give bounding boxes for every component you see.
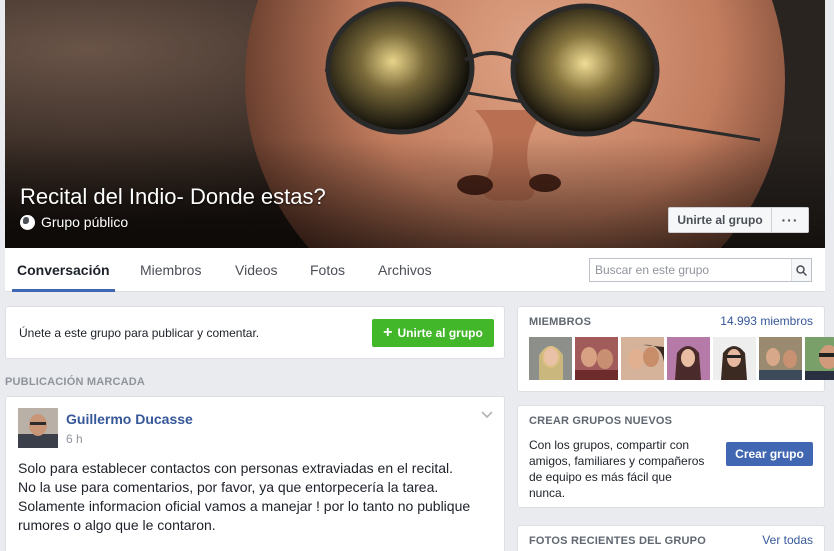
- group-search-input[interactable]: [590, 259, 785, 281]
- post-line: Solo para establecer contactos con perso…: [18, 460, 454, 476]
- member-avatar[interactable]: [713, 337, 756, 380]
- create-groups-heading: CREAR GRUPOS NUEVOS: [529, 415, 673, 427]
- join-group-green-label: Unirte al grupo: [397, 326, 483, 340]
- member-avatar[interactable]: [805, 337, 834, 380]
- author-avatar[interactable]: [18, 408, 58, 448]
- see-all-photos-link[interactable]: Ver todas: [762, 533, 813, 547]
- members-heading: MIEMBROS: [529, 316, 592, 328]
- member-avatar[interactable]: [621, 337, 664, 380]
- pinned-post: Guillermo Ducasse 6 h Solo para establec…: [5, 396, 505, 551]
- plus-icon: +: [383, 324, 393, 341]
- create-groups-text: Con los grupos, compartir con amigos, fa…: [529, 438, 705, 500]
- join-prompt-card: Únete a este grupo para publicar y comen…: [5, 306, 505, 359]
- chevron-down-icon[interactable]: [480, 407, 494, 421]
- author-avatar-image: [18, 408, 58, 448]
- member-avatar[interactable]: [529, 337, 572, 380]
- cover-photo: Recital del Indio- Donde estas? Grupo pú…: [5, 0, 825, 248]
- post-author-name[interactable]: Guillermo Ducasse: [66, 411, 193, 427]
- post-timestamp[interactable]: 6 h: [66, 432, 83, 446]
- group-search: [589, 258, 812, 282]
- globe-icon: [20, 214, 35, 230]
- more-options-button[interactable]: ···: [772, 207, 809, 233]
- create-groups-card: CREAR GRUPOS NUEVOS Con los grupos, comp…: [517, 405, 825, 508]
- member-avatar[interactable]: [667, 337, 710, 380]
- create-group-button[interactable]: Crear grupo: [726, 442, 813, 466]
- post-line: rumores o algo que le contaron.: [18, 517, 216, 533]
- member-avatar[interactable]: [575, 337, 618, 380]
- pinned-post-label: PUBLICACIÓN MARCADA: [5, 376, 146, 388]
- post-line: No la use para comentarios, por favor, y…: [18, 479, 439, 495]
- post-body: Solo para establecer contactos con perso…: [18, 459, 498, 535]
- member-thumbnails: [529, 337, 834, 380]
- join-prompt-text: Únete a este grupo para publicar y comen…: [19, 326, 260, 340]
- tab-videos[interactable]: Videos: [235, 248, 278, 292]
- group-tab-bar: Conversación Miembros Videos Fotos Archi…: [5, 248, 825, 292]
- member-avatar[interactable]: [759, 337, 802, 380]
- members-count-link[interactable]: 14.993 miembros: [720, 314, 813, 328]
- group-title: Recital del Indio- Donde estas?: [20, 184, 326, 209]
- join-group-button[interactable]: Unirte al grupo: [668, 207, 772, 233]
- group-privacy: Grupo público: [20, 214, 128, 230]
- post-line: Solamente informacion oficial vamos a ma…: [18, 498, 471, 514]
- recent-photos-heading: FOTOS RECIENTES DEL GRUPO: [529, 535, 706, 547]
- tab-members[interactable]: Miembros: [140, 248, 201, 292]
- recent-photos-card: FOTOS RECIENTES DEL GRUPO Ver todas: [517, 525, 825, 551]
- tab-conversation[interactable]: Conversación: [12, 248, 115, 292]
- tab-files[interactable]: Archivos: [378, 248, 432, 292]
- search-button[interactable]: [791, 259, 811, 281]
- group-privacy-label: Grupo público: [41, 214, 129, 230]
- search-icon: [796, 264, 807, 276]
- join-group-green-button[interactable]: + Unirte al grupo: [372, 319, 494, 347]
- members-card: MIEMBROS 14.993 miembros: [517, 306, 834, 392]
- tab-photos[interactable]: Fotos: [310, 248, 345, 292]
